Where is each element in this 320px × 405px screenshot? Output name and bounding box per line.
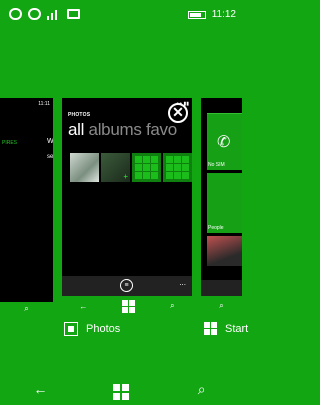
pivot-headers: all albums favo	[68, 120, 177, 140]
photo-thumbnails: +	[70, 153, 192, 182]
app-label-start-text: Start	[225, 322, 249, 335]
card-left-snippet: se	[47, 154, 53, 160]
card-left-letter: W	[47, 138, 53, 145]
phone-icon: ✆	[217, 134, 231, 151]
start-button[interactable]	[101, 378, 141, 400]
card-left-text: PIRES	[2, 140, 18, 146]
status-bar: 11:12	[0, 0, 242, 30]
more-icon: ...	[179, 278, 186, 287]
back-button[interactable]: ←	[20, 381, 60, 397]
card-left-appbar: ⌕	[0, 302, 53, 316]
mini-status-bar	[201, 98, 242, 109]
windows-icon	[112, 384, 129, 400]
bottom-nav-bar: ← ⌕	[0, 373, 242, 405]
status-right: 11:12	[187, 9, 236, 20]
battery-icon	[187, 10, 206, 19]
app-card-left[interactable]: 11:11 PIRES W se ⌕	[0, 98, 53, 316]
app-card-start[interactable]: ✆ No SIM People ⌕	[201, 98, 242, 316]
search-icon: ⌕	[170, 301, 175, 310]
app-label-photos-text: Photos	[86, 323, 121, 335]
card-nav-bar: ← ⌕	[62, 296, 192, 316]
pivot-others: albums favo	[88, 120, 178, 139]
search-icon: ⌕	[24, 304, 29, 313]
photo-tile	[207, 236, 242, 266]
card-nav-bar: ⌕	[201, 296, 242, 316]
message-icon	[67, 9, 80, 19]
notification-icon-2	[28, 8, 41, 20]
app-card-photos[interactable]: ●● ▮▮ PHOTOS all albums favo + ≡ ... ← ⌕	[62, 98, 192, 316]
notification-icon	[9, 8, 22, 20]
signal-icon	[47, 8, 61, 20]
back-icon: ←	[33, 381, 48, 397]
phone-tile-label: No SIM	[208, 162, 225, 168]
app-bar: ≡ ...	[62, 276, 192, 296]
photo-thumbnail	[163, 153, 192, 182]
photo-thumbnail	[132, 153, 161, 182]
search-button[interactable]: ⌕	[182, 381, 222, 398]
menu-icon: ≡	[120, 279, 133, 292]
app-header: PHOTOS	[68, 112, 91, 118]
start-app-icon	[204, 322, 217, 335]
search-icon: ⌕	[219, 301, 224, 310]
close-app-button[interactable]: ✕	[168, 103, 188, 123]
card-right-darkbar	[201, 280, 242, 296]
status-time: 11:12	[211, 9, 236, 20]
app-label-start[interactable]: Start	[204, 322, 248, 335]
mini-status-bar: 11:11	[0, 98, 53, 109]
photo-thumbnail	[70, 153, 99, 182]
photos-app-icon	[64, 322, 78, 336]
people-tile: People	[207, 173, 242, 233]
mini-time: 11:11	[38, 100, 50, 107]
phone-tile: ✆ No SIM	[207, 113, 242, 170]
search-icon: ⌕	[197, 380, 206, 397]
status-icons	[9, 8, 80, 20]
plus-icon: +	[123, 172, 128, 181]
back-icon: ←	[79, 301, 88, 311]
people-tile-label: People	[208, 225, 224, 231]
photo-thumbnail: +	[101, 153, 130, 182]
pivot-all: all	[68, 120, 85, 139]
windows-icon	[122, 299, 136, 313]
app-label-photos[interactable]: Photos	[64, 322, 120, 336]
